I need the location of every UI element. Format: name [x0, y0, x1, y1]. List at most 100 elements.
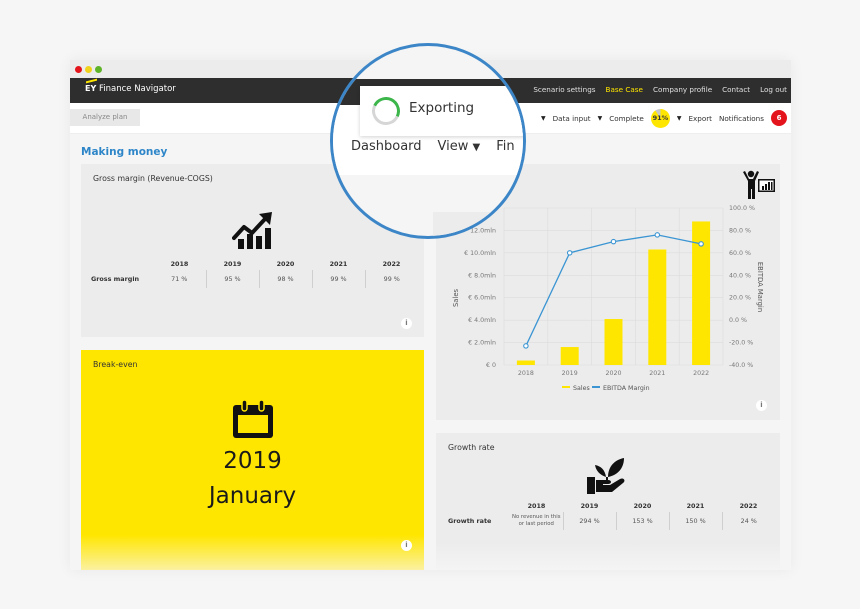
sales-bar[interactable]	[560, 347, 579, 365]
y-tick-label: € 10.0mln	[464, 250, 496, 257]
break-even-month: January	[208, 483, 297, 509]
break-even-card: Break-even 2019 January i	[81, 350, 424, 570]
analyze-plan-button[interactable]: Analyze plan	[70, 109, 140, 126]
brand-name: Finance Navigator	[98, 84, 176, 94]
export-status-text: Exporting	[409, 100, 475, 116]
menu-view[interactable]: View ▼	[438, 139, 481, 154]
ebitda-margin-point[interactable]	[523, 343, 529, 349]
y-axis-title: Sales	[452, 288, 460, 307]
nav-company-profile[interactable]: Company profile	[653, 85, 712, 94]
table-cell: 95 %	[205, 270, 259, 288]
nav-contact[interactable]: Contact	[722, 85, 750, 94]
y-tick-label: € 6.0mln	[468, 295, 496, 302]
ebitda-margin-point[interactable]	[654, 232, 661, 238]
data-input-menu[interactable]: Data input	[553, 114, 591, 123]
y2-tick-label: 60.0 %	[729, 250, 751, 257]
menu-view-label: View	[437, 139, 469, 154]
close-window-button[interactable]	[75, 66, 82, 73]
table-cell: 153 %	[615, 512, 669, 530]
section-title: Making money	[81, 146, 168, 158]
table-cell: 150 %	[668, 512, 722, 530]
ebitda-margin-point[interactable]	[698, 241, 704, 247]
top-nav-links: Scenario settings Base Case Company prof…	[533, 85, 787, 94]
completion-progress-badge: 91%	[650, 108, 670, 128]
table-cell: 294 %	[562, 512, 616, 530]
minimize-window-button[interactable]	[85, 66, 92, 73]
lens-menu: Dashboard View ▼ Fin	[351, 139, 515, 154]
legend-ebitda-label[interactable]: EBITDA Margin	[603, 385, 650, 392]
chevron-down-icon: ▼	[472, 142, 481, 153]
y2-tick-label: 40.0 %	[729, 272, 751, 279]
year-header: 2021	[329, 260, 348, 268]
year-header: 2019	[223, 260, 242, 268]
y-tick-label: € 8.0mln	[468, 272, 496, 279]
growth-rate-table: 2018 2019 2020 2021 2022 Growth rate No …	[448, 500, 775, 530]
chevron-down-icon[interactable]: ▼	[677, 115, 682, 122]
brand-ey: EY	[85, 84, 97, 93]
table-cell: No revenue in this or last period	[512, 514, 561, 527]
year-header: 2018	[527, 502, 546, 510]
completion-percent: 91%	[652, 114, 669, 122]
year-header: 2019	[580, 502, 599, 510]
year-header: 2022	[739, 502, 758, 510]
nav-base-case[interactable]: Base Case	[606, 85, 643, 94]
ey-logo-bar-icon	[86, 78, 97, 84]
year-header: 2022	[382, 260, 401, 268]
year-header: 2020	[633, 502, 652, 510]
info-icon[interactable]: i	[401, 540, 412, 551]
brand-logo[interactable]: EY Finance Navigator	[85, 78, 176, 94]
card-title: Break-even	[93, 360, 138, 369]
x-tick-label: 2019	[562, 370, 578, 377]
y2-tick-label: 80.0 %	[729, 227, 751, 234]
table-cell: 99 %	[311, 270, 365, 288]
y-tick-label: € 4.0mln	[468, 317, 496, 324]
chevron-down-icon[interactable]: ▼	[541, 115, 546, 122]
chevron-down-icon[interactable]: ▼	[598, 115, 603, 122]
row-label: Gross margin	[91, 275, 140, 283]
nav-log-out[interactable]: Log out	[760, 85, 787, 94]
legend-ebitda-swatch	[592, 386, 600, 388]
y2-tick-label: -20.0 %	[729, 340, 753, 347]
lens-chart-area	[433, 212, 523, 236]
ebitda-margin-point[interactable]	[610, 238, 617, 245]
card-title: Growth rate	[448, 443, 495, 452]
table-row: Growth rate No revenue in this or last p…	[448, 512, 775, 530]
row-label: Growth rate	[448, 517, 492, 525]
menu-dashboard[interactable]: Dashboard	[351, 139, 422, 154]
info-icon[interactable]: i	[756, 400, 767, 411]
magnifier-lens: Exporting Dashboard View ▼ Fin	[330, 43, 526, 239]
notification-count-badge[interactable]: 6	[771, 110, 787, 126]
table-header-row: 2018 2019 2020 2021 2022	[91, 258, 418, 270]
year-header: 2020	[276, 260, 295, 268]
sales-bar[interactable]	[604, 319, 623, 365]
chart-legend: Sales EBITDA Margin	[562, 385, 650, 392]
maximize-window-button[interactable]	[95, 66, 102, 73]
legend-sales-label[interactable]: Sales	[573, 385, 590, 392]
card-title: Gross margin (Revenue-COGS)	[93, 174, 213, 183]
x-tick-label: 2020	[605, 370, 621, 377]
x-tick-label: 2021	[649, 370, 665, 377]
table-header-row: 2018 2019 2020 2021 2022	[448, 500, 775, 512]
info-icon[interactable]: i	[401, 318, 412, 329]
break-even-year: 2019	[223, 448, 282, 474]
year-header: 2021	[686, 502, 705, 510]
export-link[interactable]: Export	[688, 114, 712, 123]
growth-chart-icon	[232, 212, 272, 249]
growth-rate-card: Growth rate 2018 2019 2020 2021 2022 Gro…	[436, 433, 780, 570]
menu-fin[interactable]: Fin	[496, 139, 514, 154]
y2-tick-label: 20.0 %	[729, 295, 751, 302]
nav-scenario-settings[interactable]: Scenario settings	[533, 85, 595, 94]
y2-tick-label: 0.0 %	[729, 317, 747, 324]
sales-bar[interactable]	[516, 360, 535, 365]
table-cell: 98 %	[258, 270, 312, 288]
notifications-link[interactable]: Notifications	[719, 114, 764, 123]
legend-sales-swatch	[562, 386, 570, 388]
sub-nav-right: ▼ Data input ▼ Complete 91% ▼ Export Not…	[541, 108, 787, 128]
y2-tick-label: -40.0 %	[729, 362, 753, 369]
table-cell: 71 %	[171, 275, 188, 283]
table-cell: 99 %	[364, 270, 418, 288]
sales-bar[interactable]	[648, 249, 667, 365]
y2-tick-label: 100.0 %	[729, 205, 755, 212]
ebitda-margin-point[interactable]	[566, 250, 573, 256]
table-row: Gross margin 71 % 95 % 98 % 99 % 99 %	[91, 270, 418, 288]
